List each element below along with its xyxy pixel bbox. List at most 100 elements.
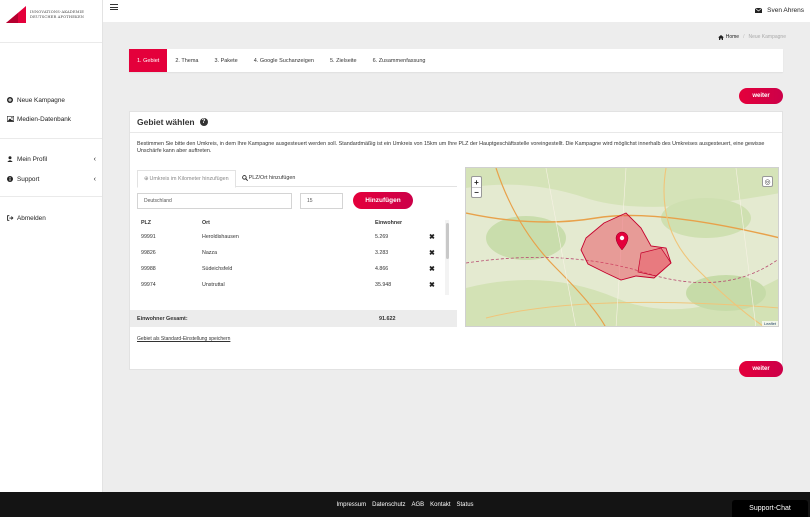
tab-plz-ort-label: PLZ/Ort hinzufügen xyxy=(248,175,296,181)
cell-einwohner: 35.948 xyxy=(375,282,392,288)
locate-icon[interactable]: ◎ xyxy=(762,176,773,187)
location-input[interactable] xyxy=(137,193,292,209)
footer-link-agb[interactable]: AGB xyxy=(411,502,424,508)
cell-ort: Südeichsfeld xyxy=(202,266,233,272)
map[interactable]: + − ◎ Leaflet xyxy=(465,167,779,327)
sidebar-item-mein-profil[interactable]: Mein Profil ‹ xyxy=(6,153,96,165)
weiter-button-top[interactable]: weiter xyxy=(739,88,783,104)
weiter-button-bottom[interactable]: weiter xyxy=(739,361,783,377)
hamburger-menu-icon[interactable] xyxy=(110,4,118,12)
help-icon[interactable]: ? xyxy=(199,118,208,126)
zoom-in-button[interactable]: + xyxy=(472,177,481,187)
cell-einwohner: 3.283 xyxy=(375,250,389,256)
sidebar: INNOVATIONS-AKADEMIE DEUTSCHER APOTHEKEN… xyxy=(0,0,103,492)
sidebar-divider xyxy=(0,196,102,197)
crosshair-icon: ⊕ xyxy=(144,176,149,182)
panel-title: Gebiet wählen xyxy=(137,117,195,127)
table-row: 99988 Südeichsfeld 4.866 ✖ xyxy=(137,261,447,277)
area-table: PLZ Ort Einwohner 99991 Heroldishausen 5… xyxy=(137,217,447,293)
sidebar-divider xyxy=(0,42,102,43)
cell-ort: Unstruttal xyxy=(202,282,225,288)
user-icon xyxy=(6,156,14,162)
breadcrumb: Home / Neue Kampagne xyxy=(717,34,786,40)
step-zielseite[interactable]: 5. Zielseite xyxy=(322,49,365,72)
logo-line-2: DEUTSCHER APOTHEKEN xyxy=(30,14,85,19)
column-header-einwohner: Einwohner xyxy=(375,220,403,226)
sidebar-item-abmelden[interactable]: Abmelden xyxy=(6,212,96,224)
table-row: 99826 Nazza 3.283 ✖ xyxy=(137,245,447,261)
logo[interactable]: INNOVATIONS-AKADEMIE DEUTSCHER APOTHEKEN xyxy=(6,6,84,23)
tab-umkreis-label: Umkreis im Kilometer hinzufügen xyxy=(149,176,229,182)
footer-link-datenschutz[interactable]: Datenschutz xyxy=(372,502,405,508)
total-row: Einwohner Gesamt: 91.622 xyxy=(130,310,457,327)
step-thema[interactable]: 2. Thema xyxy=(167,49,206,72)
sidebar-item-support[interactable]: Support ‹ xyxy=(6,173,96,185)
cell-plz: 99826 xyxy=(141,250,156,256)
cell-einwohner: 4.866 xyxy=(375,266,389,272)
chevron-left-icon: ‹ xyxy=(93,155,96,163)
logo-line-1: INNOVATIONS-AKADEMIE xyxy=(30,9,85,14)
breadcrumb-separator: / xyxy=(743,34,745,40)
radius-input[interactable] xyxy=(300,193,343,209)
remove-icon[interactable]: ✖ xyxy=(387,233,435,241)
map-attribution[interactable]: Leaflet xyxy=(761,321,778,326)
footer-link-status[interactable]: Status xyxy=(457,502,474,508)
table-header: PLZ Ort Einwohner xyxy=(137,217,447,229)
footer: Impressum Datenschutz AGB Kontakt Status xyxy=(0,492,810,517)
sidebar-item-medien-datenbank[interactable]: Medien-Datenbank xyxy=(6,113,96,125)
cell-einwohner: 5.269 xyxy=(375,234,389,240)
table-row: 99991 Heroldishausen 5.269 ✖ xyxy=(137,229,447,245)
breadcrumb-current: Neue Kampagne xyxy=(748,34,786,40)
footer-link-impressum[interactable]: Impressum xyxy=(336,502,366,508)
zoom-out-button[interactable]: − xyxy=(472,187,481,197)
intro-text: Bestimmen Sie bitte den Umkreis, in dem … xyxy=(137,141,765,155)
sidebar-item-label: Abmelden xyxy=(17,214,46,222)
sidebar-divider xyxy=(0,138,102,139)
sidebar-item-label: Medien-Datenbank xyxy=(17,115,71,123)
tab-plz-ort[interactable]: PLZ/Ort hinzufügen xyxy=(236,170,302,186)
panel-header: Gebiet wählen ? xyxy=(130,112,782,133)
image-icon xyxy=(6,116,14,122)
map-zoom-controls: + − xyxy=(471,176,482,198)
add-button[interactable]: Hinzufügen xyxy=(353,192,413,209)
cell-plz: 99991 xyxy=(141,234,156,240)
chevron-left-icon: ‹ xyxy=(93,175,96,183)
total-value: 91.622 xyxy=(379,315,396,322)
sidebar-item-label: Mein Profil xyxy=(17,155,48,163)
gebiet-panel: Gebiet wählen ? Bestimmen Sie bitte den … xyxy=(129,111,783,370)
topbar: Sven Ahrens xyxy=(103,0,810,22)
table-row: 99974 Unstruttal 35.948 ✖ xyxy=(137,277,447,293)
sidebar-item-label: Neue Kampagne xyxy=(17,96,65,104)
column-header-ort: Ort xyxy=(202,220,210,226)
step-google-suchanzeigen[interactable]: 4. Google Suchanzeigen xyxy=(246,49,322,72)
footer-link-kontakt[interactable]: Kontakt xyxy=(430,502,450,508)
step-gebiet[interactable]: 1. Gebiet xyxy=(129,49,168,72)
remove-icon[interactable]: ✖ xyxy=(387,249,435,257)
table-scrollbar[interactable] xyxy=(445,220,449,295)
support-chat-button[interactable]: Support-Chat xyxy=(732,500,808,517)
tab-umkreis[interactable]: ⊕ Umkreis im Kilometer hinzufügen xyxy=(137,170,236,188)
map-tiles xyxy=(466,168,778,326)
cell-ort: Nazza xyxy=(202,250,218,256)
plus-circle-icon xyxy=(6,97,14,103)
remove-icon[interactable]: ✖ xyxy=(387,265,435,273)
info-icon xyxy=(6,176,14,182)
step-pakete[interactable]: 3. Pakete xyxy=(206,49,245,72)
column-header-plz: PLZ xyxy=(141,220,152,226)
remove-icon[interactable]: ✖ xyxy=(387,281,435,289)
search-icon xyxy=(241,175,248,181)
mail-icon[interactable] xyxy=(754,7,763,15)
cell-ort: Heroldishausen xyxy=(202,234,239,240)
area-tabs: ⊕ Umkreis im Kilometer hinzufügen PLZ/Or… xyxy=(137,170,457,188)
step-zusammenfassung[interactable]: 6. Zusammenfassung xyxy=(365,49,434,72)
user-name[interactable]: Sven Ahrens xyxy=(767,7,804,14)
save-default-link[interactable]: Gebiet als Standard-Einstellung speicher… xyxy=(137,336,230,342)
home-icon xyxy=(717,34,724,40)
sidebar-item-label: Support xyxy=(17,175,40,183)
cell-plz: 99988 xyxy=(141,266,156,272)
breadcrumb-home[interactable]: Home xyxy=(726,34,739,40)
total-label: Einwohner Gesamt: xyxy=(137,315,188,322)
wizard-steps: 1. Gebiet 2. Thema 3. Pakete 4. Google S… xyxy=(129,49,783,72)
sidebar-item-neue-kampagne[interactable]: Neue Kampagne xyxy=(6,94,96,106)
logo-mark-icon xyxy=(6,6,26,23)
